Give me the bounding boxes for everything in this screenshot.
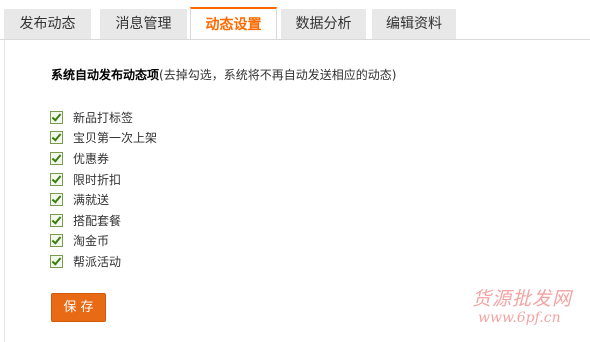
option-first-listing[interactable]: 宝贝第一次上架 (50, 128, 157, 149)
checkbox-checked-icon[interactable] (50, 193, 63, 207)
option-bundle-package[interactable]: 搭配套餐 (50, 210, 157, 231)
settings-heading-title: 系统自动发布动态项 (51, 68, 160, 82)
option-label: 帮派活动 (73, 254, 122, 269)
tab-messages[interactable]: 消息管理 (100, 9, 187, 39)
settings-heading: 系统自动发布动态项(去掉勾选，系统将不再自动发送相应的动态) (51, 66, 396, 83)
option-label: 满就送 (73, 193, 110, 208)
save-button[interactable]: 保存 (51, 293, 106, 322)
tab-publish[interactable]: 发布动态 (4, 9, 91, 39)
checkbox-checked-icon[interactable] (50, 131, 63, 145)
option-group-activity[interactable]: 帮派活动 (50, 251, 157, 272)
option-label: 淘金币 (73, 234, 110, 249)
option-label: 新品打标签 (73, 110, 134, 125)
tab-profile[interactable]: 编辑资料 (372, 9, 456, 39)
checkbox-checked-icon[interactable] (50, 172, 63, 186)
option-spend-and-get[interactable]: 满就送 (50, 189, 157, 210)
option-new-product-tag[interactable]: 新品打标签 (50, 107, 157, 128)
option-label: 宝贝第一次上架 (73, 131, 158, 146)
tab-settings[interactable]: 动态设置 (190, 7, 277, 40)
checkbox-checked-icon[interactable] (50, 151, 63, 165)
checkbox-checked-icon[interactable] (50, 110, 63, 124)
settings-heading-hint: (去掉勾选，系统将不再自动发送相应的动态) (159, 68, 397, 82)
option-coupon[interactable]: 优惠券 (50, 148, 157, 169)
checkbox-checked-icon[interactable] (50, 213, 63, 227)
option-label: 搭配套餐 (73, 213, 122, 228)
tab-analytics[interactable]: 数据分析 (281, 9, 366, 39)
checkbox-checked-icon[interactable] (50, 234, 63, 248)
options-list: 新品打标签 宝贝第一次上架 优惠券 限时折扣 满就送 搭配套餐 淘金币 帮派活动 (50, 107, 157, 272)
option-label: 限时折扣 (73, 172, 122, 187)
checkbox-checked-icon[interactable] (50, 254, 63, 268)
option-taojinbi[interactable]: 淘金币 (50, 231, 157, 252)
tab-bar: 发布动态 消息管理 动态设置 数据分析 编辑资料 (0, 0, 590, 40)
option-limited-discount[interactable]: 限时折扣 (50, 169, 157, 190)
option-label: 优惠券 (73, 151, 110, 166)
